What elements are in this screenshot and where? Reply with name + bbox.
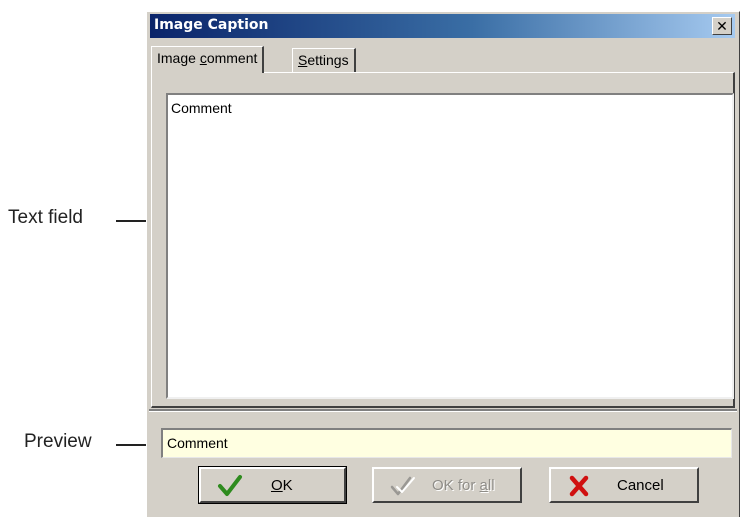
- cross-icon: [567, 474, 591, 502]
- cancel-button[interactable]: Cancel: [549, 467, 699, 503]
- tab-settings[interactable]: Settings: [292, 48, 356, 72]
- double-check-icon: [390, 474, 416, 502]
- close-button[interactable]: ✕: [712, 17, 732, 35]
- preview-text-value: Comment: [167, 435, 228, 451]
- ok-for-all-button[interactable]: OK for all: [372, 467, 522, 503]
- checkmark-icon: [217, 474, 243, 502]
- tab-image-comment[interactable]: Image comment: [151, 46, 265, 73]
- ok-button-label: OK: [271, 477, 293, 494]
- comment-text-value: Comment: [171, 100, 232, 116]
- ok-button[interactable]: OK: [198, 466, 347, 504]
- window-title: Image Caption: [154, 17, 269, 33]
- image-caption-dialog: Image Caption ✕ Image comment Settings C…: [146, 11, 740, 517]
- text-field-callout: Text field: [8, 207, 83, 228]
- tab-panel-image-comment: Comment: [151, 72, 735, 408]
- title-bar[interactable]: Image Caption ✕: [150, 14, 735, 38]
- comment-text-field[interactable]: Comment: [166, 93, 734, 399]
- cancel-button-label: Cancel: [617, 477, 664, 494]
- tab-image-comment-label: Image comment: [157, 50, 258, 66]
- close-icon: ✕: [716, 18, 728, 34]
- ok-for-all-button-label: OK for all: [432, 477, 495, 494]
- separator: [149, 409, 737, 412]
- preview-callout: Preview: [24, 431, 92, 452]
- preview-field: Comment: [161, 428, 732, 458]
- tab-settings-label: Settings: [298, 52, 349, 68]
